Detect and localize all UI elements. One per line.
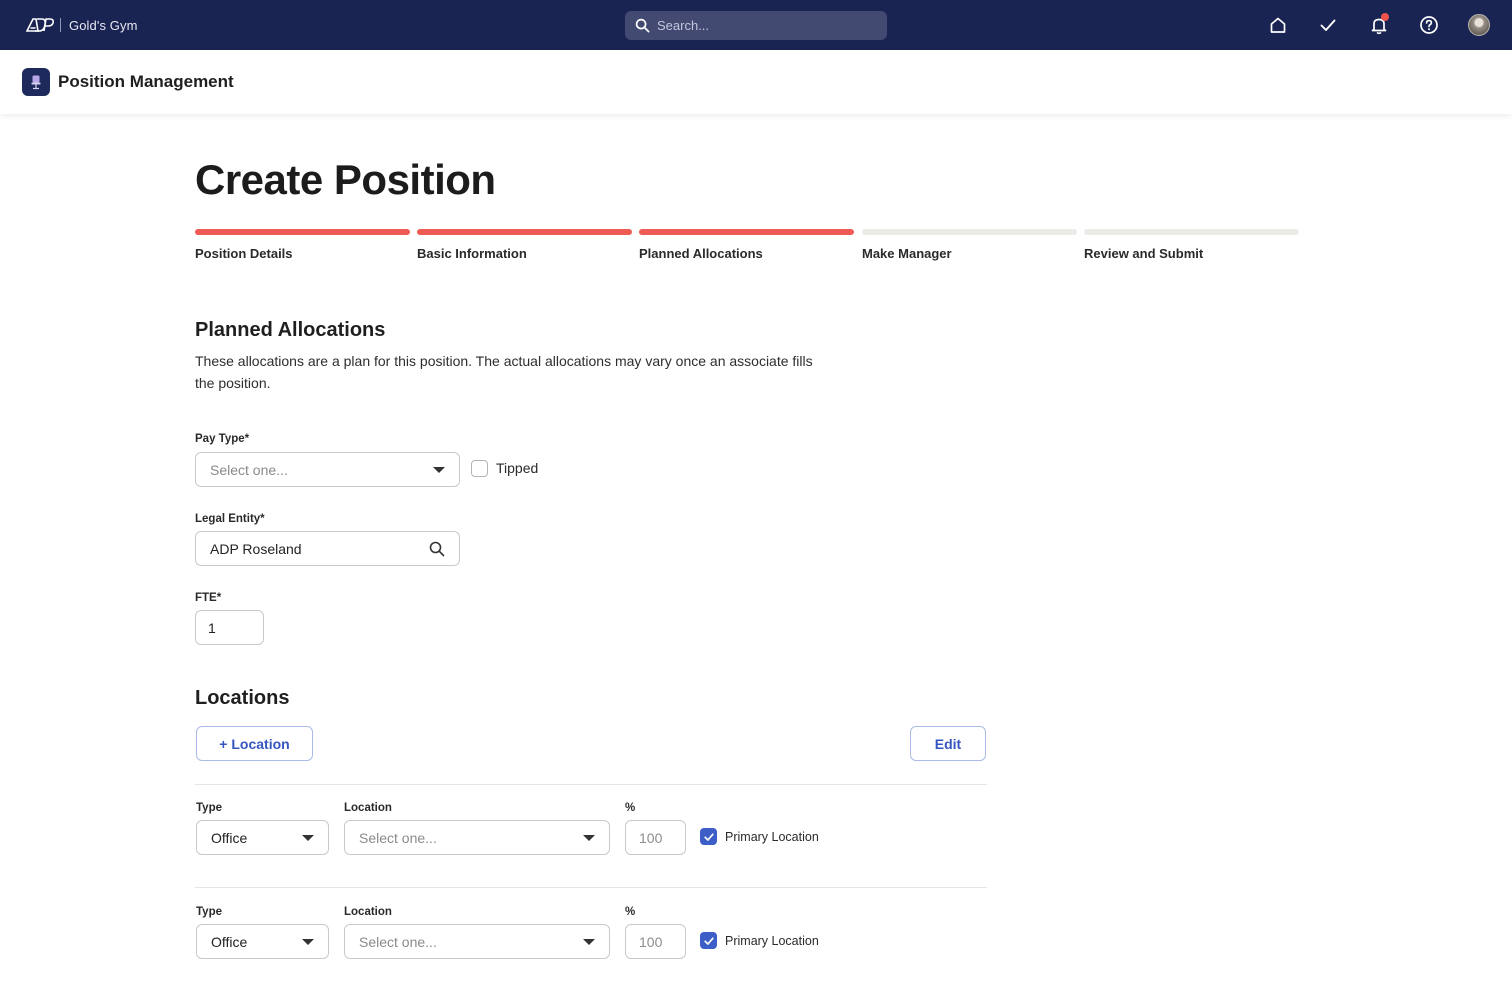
- brand-divider: [60, 18, 61, 32]
- percent-label: %: [625, 802, 636, 814]
- step-progress-bar: [862, 229, 1077, 235]
- location-type-value: Office: [211, 829, 248, 846]
- percent-label: %: [625, 906, 636, 918]
- location-placeholder: Select one...: [359, 829, 437, 846]
- legal-entity-value: ADP Roseland: [210, 540, 302, 557]
- primary-location-checkbox[interactable]: [700, 932, 717, 949]
- top-nav-bar: Gold's Gym Search...: [0, 0, 1512, 50]
- location-type-select[interactable]: Office: [196, 820, 329, 855]
- page-title: Create Position: [195, 156, 496, 203]
- tipped-label: Tipped: [496, 460, 539, 476]
- search-icon: [635, 18, 650, 33]
- location-type-value: Office: [211, 933, 248, 950]
- percent-value: 100: [639, 933, 663, 950]
- checkmark-icon: [703, 936, 714, 945]
- tasks-button[interactable]: [1316, 13, 1340, 37]
- step-basic-information[interactable]: Basic Information: [417, 229, 632, 261]
- step-progress-bar: [195, 229, 410, 235]
- location-label: Location: [344, 906, 392, 918]
- app-title: Position Management: [58, 72, 234, 91]
- help-icon: [1420, 16, 1438, 34]
- primary-location-checkbox[interactable]: [700, 828, 717, 845]
- user-avatar[interactable]: [1468, 14, 1490, 36]
- location-select[interactable]: Select one...: [344, 924, 610, 959]
- caret-down-icon: [302, 939, 314, 945]
- pay-type-label: Pay Type*: [195, 433, 250, 445]
- adp-logo: [26, 18, 54, 32]
- pay-type-placeholder: Select one...: [210, 461, 288, 478]
- location-select[interactable]: Select one...: [344, 820, 610, 855]
- checkmark-icon: [703, 832, 714, 841]
- help-button[interactable]: [1417, 13, 1441, 37]
- primary-location-label: Primary Location: [725, 830, 819, 844]
- planned-allocations-heading: Planned Allocations: [195, 319, 386, 341]
- legal-entity-field[interactable]: ADP Roseland: [195, 531, 460, 566]
- planned-allocations-description: These allocations are a plan for this po…: [195, 353, 813, 391]
- type-label: Type: [196, 802, 222, 814]
- step-label: Basic Information: [417, 246, 527, 261]
- home-icon: [1270, 17, 1286, 33]
- percent-field[interactable]: 100: [625, 820, 686, 855]
- company-name: Gold's Gym: [69, 17, 138, 33]
- checkmark-icon: [1320, 19, 1336, 31]
- step-progress-bar: [1084, 229, 1299, 235]
- step-review-and-submit[interactable]: Review and Submit: [1084, 229, 1299, 261]
- search-icon[interactable]: [429, 541, 445, 557]
- divider: [195, 887, 987, 888]
- position-management-app-icon: [22, 68, 50, 96]
- step-label: Planned Allocations: [639, 246, 763, 261]
- step-progress-bar: [417, 229, 632, 235]
- caret-down-icon: [433, 467, 445, 473]
- home-button[interactable]: [1266, 13, 1290, 37]
- percent-value: 100: [639, 829, 663, 846]
- caret-down-icon: [583, 939, 595, 945]
- fte-label: FTE*: [195, 592, 222, 604]
- step-position-details[interactable]: Position Details: [195, 229, 410, 261]
- primary-location-label: Primary Location: [725, 934, 819, 948]
- fte-field[interactable]: 1: [195, 610, 264, 645]
- search-placeholder: Search...: [657, 18, 710, 33]
- step-label: Review and Submit: [1084, 246, 1204, 261]
- divider: [195, 784, 987, 785]
- brand[interactable]: Gold's Gym: [26, 15, 138, 35]
- step-label: Position Details: [195, 246, 293, 261]
- step-make-manager[interactable]: Make Manager: [862, 229, 1077, 261]
- pay-type-select[interactable]: Select one...: [195, 452, 460, 487]
- legal-entity-label: Legal Entity*: [195, 513, 265, 525]
- notification-badge: [1381, 13, 1389, 21]
- edit-locations-button[interactable]: Edit: [910, 726, 986, 761]
- tipped-checkbox[interactable]: [471, 460, 488, 477]
- location-placeholder: Select one...: [359, 933, 437, 950]
- app-header: Position Management: [0, 50, 1512, 114]
- chair-icon: [31, 75, 41, 90]
- fte-value: 1: [208, 619, 216, 636]
- step-progress-bar: [639, 229, 854, 235]
- type-label: Type: [196, 906, 222, 918]
- global-search[interactable]: Search...: [625, 11, 887, 40]
- location-type-select[interactable]: Office: [196, 924, 329, 959]
- step-planned-allocations[interactable]: Planned Allocations: [639, 229, 854, 261]
- location-label: Location: [344, 802, 392, 814]
- add-location-button[interactable]: + Location: [196, 726, 313, 761]
- caret-down-icon: [302, 835, 314, 841]
- caret-down-icon: [583, 835, 595, 841]
- notifications-button[interactable]: [1367, 13, 1391, 37]
- percent-field[interactable]: 100: [625, 924, 686, 959]
- locations-heading: Locations: [195, 687, 290, 709]
- step-label: Make Manager: [862, 246, 952, 261]
